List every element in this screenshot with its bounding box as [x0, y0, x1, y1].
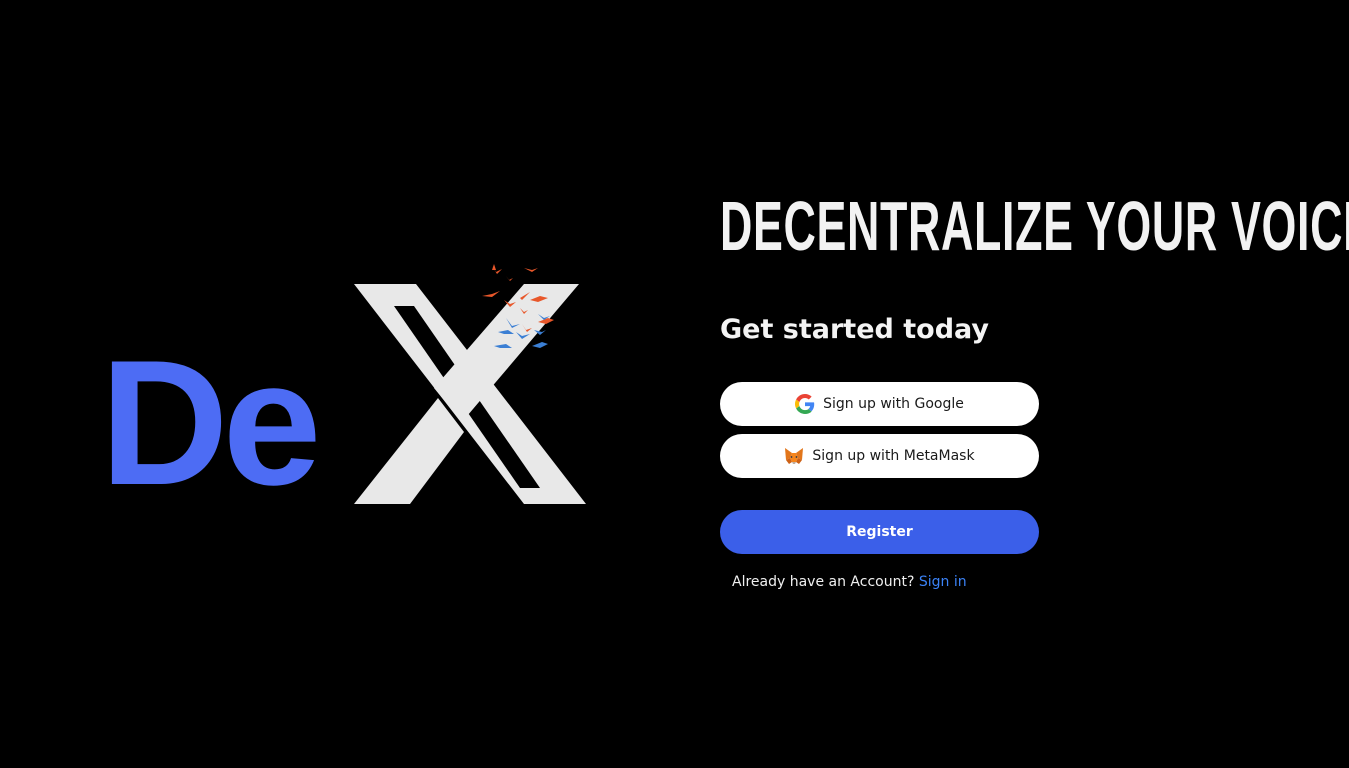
- page-headline: DECENTRALIZE YOUR VOICE: [720, 187, 1349, 265]
- dex-logo: De X: [100, 262, 590, 522]
- logo-de-text: De: [100, 323, 322, 522]
- metamask-fox-icon: [784, 446, 804, 466]
- google-signup-button[interactable]: Sign up with Google: [720, 382, 1039, 426]
- already-account-text: Already have an Account?: [732, 574, 915, 590]
- signin-prompt: Already have an Account? Sign in: [732, 574, 967, 590]
- google-icon: [795, 394, 815, 414]
- page-subheadline: Get started today: [720, 314, 990, 345]
- metamask-signup-label: Sign up with MetaMask: [812, 448, 975, 464]
- logo-x-text: X: [354, 282, 355, 283]
- birds-icon: [482, 264, 554, 348]
- metamask-signup-button[interactable]: Sign up with MetaMask: [720, 434, 1039, 478]
- register-button[interactable]: Register: [720, 510, 1039, 554]
- google-signup-label: Sign up with Google: [823, 396, 964, 412]
- signin-link[interactable]: Sign in: [919, 574, 967, 590]
- page: De X DECENTRALIZE YOUR VOICE Get started…: [0, 0, 1349, 768]
